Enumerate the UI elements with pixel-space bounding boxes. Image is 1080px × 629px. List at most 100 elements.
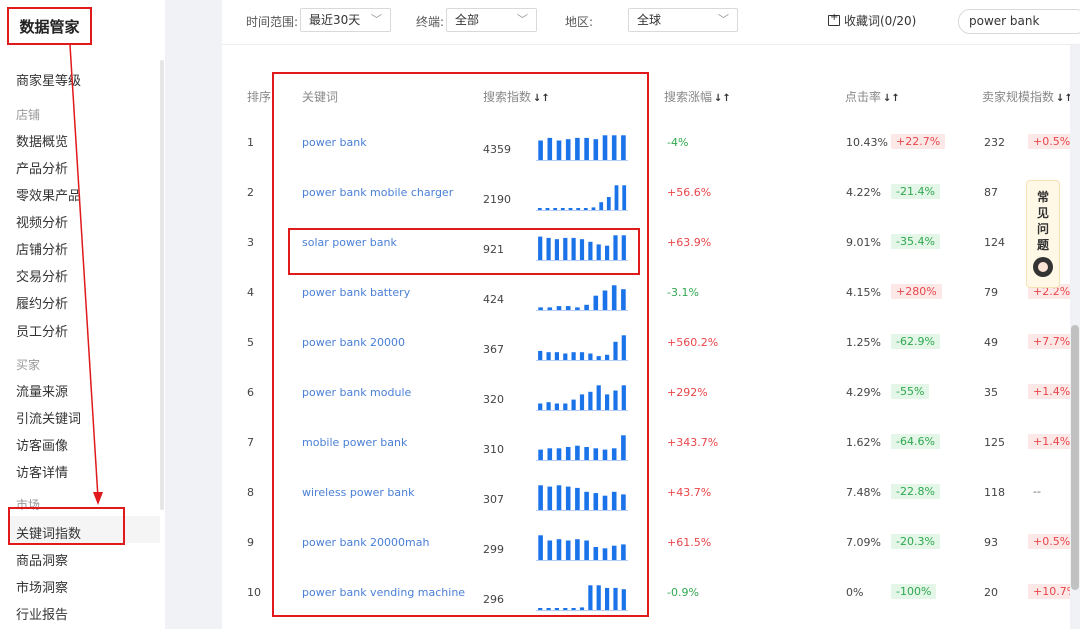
sparkline-bar xyxy=(571,352,576,360)
keyword-link[interactable]: mobile power bank xyxy=(302,436,407,449)
sparkline-bar xyxy=(588,353,593,360)
sparkline-bar xyxy=(546,402,551,410)
keyword-link[interactable]: power bank mobile charger xyxy=(302,186,453,199)
keyword-link[interactable]: wireless power bank xyxy=(302,486,414,499)
sidebar-item[interactable]: 行业报告 xyxy=(16,604,68,623)
sparkline-bar xyxy=(563,237,568,260)
keyword-link[interactable]: solar power bank xyxy=(302,236,397,249)
sparkline-bar xyxy=(546,608,551,610)
sparkline-bar xyxy=(621,385,626,410)
page-gutter xyxy=(165,0,222,629)
sparkline-bar xyxy=(621,435,626,460)
sparkline-bar xyxy=(588,391,593,410)
trend-sparkline xyxy=(536,585,628,611)
header-index[interactable]: 搜索指数 ↓↑ xyxy=(483,88,550,105)
page-scrollbar[interactable] xyxy=(1071,325,1079,590)
chevron-down-icon: ﹀ xyxy=(718,13,729,26)
seller-index-cell: 124 xyxy=(984,236,1005,249)
sparkline-bar xyxy=(538,307,543,310)
sidebar-item[interactable]: 交易分析 xyxy=(16,266,68,285)
sparkline-bar xyxy=(602,495,608,510)
sidebar-item[interactable]: 市场洞察 xyxy=(16,577,68,596)
keyword-link[interactable]: power bank 20000 xyxy=(302,336,405,349)
sidebar-item[interactable]: 引流关键词 xyxy=(16,408,81,427)
seller-index-cell: 118 xyxy=(984,486,1005,499)
sparkline-bar xyxy=(571,237,576,260)
keyword-link[interactable]: power bank xyxy=(302,136,367,149)
sidebar-item[interactable]: 数据概览 xyxy=(16,131,68,150)
sidebar-item[interactable]: 流量来源 xyxy=(16,381,68,400)
sort-icon[interactable]: ↓↑ xyxy=(883,93,900,104)
trend-sparkline xyxy=(536,485,628,511)
seller-index-cell: 87 xyxy=(984,186,998,199)
trend-sparkline xyxy=(536,285,628,311)
table-row: 2 power bank mobile charger 2190 +56.6% 4.22… xyxy=(222,172,1070,222)
search-index-cell: 296 xyxy=(483,593,504,606)
favorites-button[interactable]: 收藏词(0/20) xyxy=(828,12,916,29)
sidebar-item[interactable]: 商品洞察 xyxy=(16,550,68,569)
header-ctr[interactable]: 点击率 ↓↑ xyxy=(845,88,900,105)
sidebar-item[interactable]: 履约分析 xyxy=(16,293,68,312)
seller-index-cell: 79 xyxy=(984,286,998,299)
keyword-link[interactable]: power bank vending machine xyxy=(302,586,465,599)
keyword-link[interactable]: power bank battery xyxy=(302,286,410,299)
seller-change-badge: -- xyxy=(1033,485,1041,498)
sparkline-bar xyxy=(538,403,543,410)
sort-icon[interactable]: ↓↑ xyxy=(533,93,550,104)
sidebar-item[interactable]: 产品分析 xyxy=(16,158,68,177)
search-index-cell: 424 xyxy=(483,293,504,306)
trend-sparkline xyxy=(536,135,628,161)
sparkline-bar xyxy=(605,587,610,610)
sort-icon[interactable]: ↓↑ xyxy=(714,93,731,104)
sparkline-bar xyxy=(538,449,543,460)
header-seller[interactable]: 卖家规模指数 ↓↑ xyxy=(982,88,1073,105)
sparkline-bar xyxy=(575,539,580,560)
sparkline-bar xyxy=(621,135,626,160)
faq-widget[interactable]: 常 见 问 题 xyxy=(1026,180,1060,288)
app-title: 数据管家 xyxy=(19,18,80,36)
filter-bar: 时间范围: 最近30天 ﹀ 终端: 全部 ﹀ 地区: 全球 ﹀ xyxy=(222,0,1080,45)
search-input[interactable]: power bank xyxy=(958,9,1080,34)
ctr-cell: 0% xyxy=(846,586,864,599)
sidebar-item[interactable]: 关键词指数 xyxy=(16,523,81,542)
sparkline-bar xyxy=(556,539,562,560)
sparkline-bar xyxy=(538,535,543,560)
trend-sparkline xyxy=(536,535,628,561)
sidebar-item[interactable]: 视频分析 xyxy=(16,212,68,231)
ctr-change-badge: +280% xyxy=(891,284,942,299)
keyword-link[interactable]: power bank module xyxy=(302,386,411,399)
sparkline-bar xyxy=(579,239,585,260)
sidebar-item[interactable]: 零效果产品 xyxy=(16,185,81,204)
time-range-select[interactable]: 最近30天 ﹀ xyxy=(300,8,391,32)
terminal-select[interactable]: 全部 ﹀ xyxy=(446,8,537,32)
ctr-cell: 1.62% xyxy=(846,436,881,449)
keyword-link[interactable]: power bank 20000mah xyxy=(302,536,429,549)
sidebar-item[interactable]: 访客画像 xyxy=(16,435,68,454)
sidebar-item[interactable]: 员工分析 xyxy=(16,321,68,340)
sparkline-bar xyxy=(621,289,626,310)
region-select[interactable]: 全球 ﹀ xyxy=(628,8,738,32)
sidebar-group-label: 市场 xyxy=(16,498,41,512)
sparkline-bar xyxy=(565,447,571,460)
header-growth[interactable]: 搜索涨幅 ↓↑ xyxy=(664,88,731,105)
sparkline-bar xyxy=(571,399,576,410)
sparkline-bar xyxy=(591,207,596,210)
sparkline-bar xyxy=(588,241,593,260)
sparkline-bar xyxy=(605,354,610,360)
trend-sparkline xyxy=(536,385,628,411)
sparkline-bar xyxy=(584,491,589,510)
sparkline-bar xyxy=(545,208,550,210)
sidebar-item[interactable]: 访客详情 xyxy=(16,462,68,481)
sidebar-item-seller-level[interactable]: 商家星等级 xyxy=(16,70,81,89)
sparkline-bar xyxy=(593,493,599,510)
search-growth-cell: -0.9% xyxy=(667,586,699,599)
header-keyword: 关键词 xyxy=(302,90,339,104)
sparkline-bar xyxy=(556,448,562,460)
ctr-cell: 9.01% xyxy=(846,236,881,249)
sidebar-scrollbar[interactable] xyxy=(160,60,164,510)
sparkline-bar xyxy=(602,135,608,160)
sparkline-bar xyxy=(584,304,589,310)
sparkline-bar xyxy=(588,585,593,610)
sidebar-item[interactable]: 店铺分析 xyxy=(16,239,68,258)
ctr-change-badge: -55% xyxy=(891,384,930,399)
